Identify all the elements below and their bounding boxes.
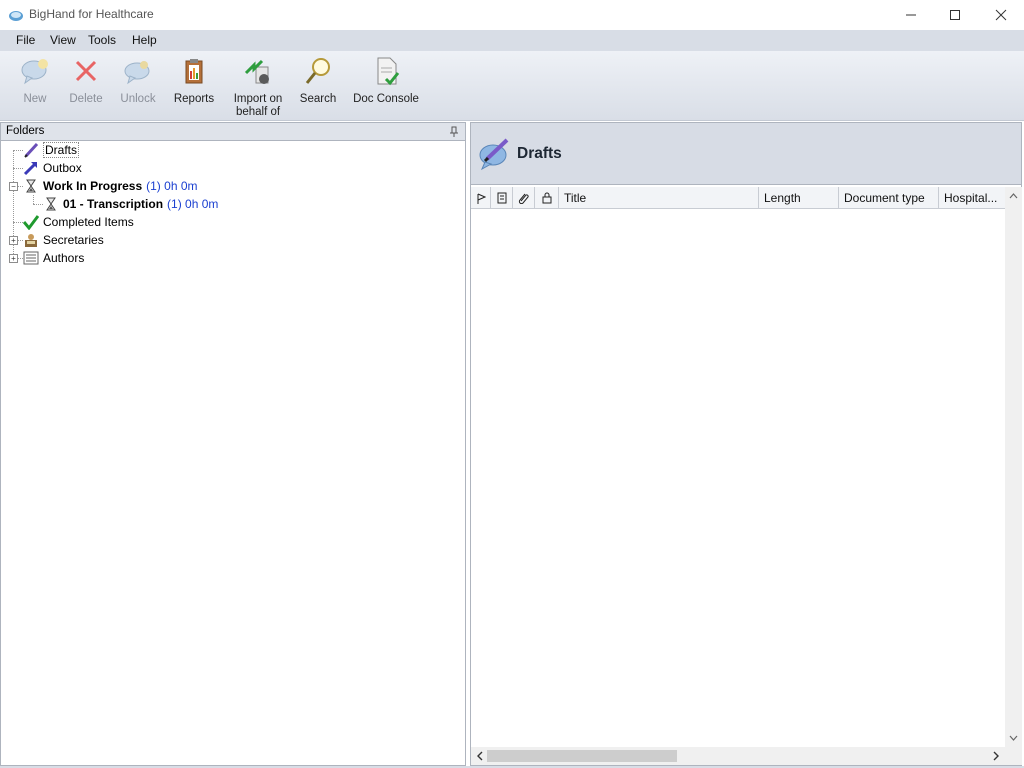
expand-secretaries-toggle[interactable]: + — [9, 236, 18, 245]
speech-bubble-icon — [21, 59, 48, 85]
authors-list-icon — [23, 251, 39, 265]
drafts-header: Drafts — [471, 123, 1021, 185]
column-length[interactable]: Length — [759, 187, 839, 209]
scrollbar-corner — [1005, 747, 1022, 765]
vertical-scrollbar[interactable] — [1005, 187, 1022, 747]
document-icon — [497, 192, 506, 204]
scroll-down-icon[interactable] — [1005, 731, 1022, 745]
secretaries-icon — [25, 234, 37, 247]
outbox-arrow-icon — [23, 162, 37, 176]
column-document-type[interactable]: Document type — [839, 187, 939, 209]
import-arrow-icon — [244, 59, 269, 84]
folder-outbox[interactable]: Outbox — [23, 159, 82, 177]
folder-authors[interactable]: Authors — [23, 249, 84, 267]
expand-authors-toggle[interactable]: + — [9, 254, 18, 263]
folders-header: Folders — [1, 123, 465, 141]
menu-tools[interactable]: Tools — [88, 33, 116, 47]
pin-icon[interactable] — [449, 126, 459, 138]
scroll-left-icon[interactable] — [473, 747, 487, 765]
column-hospital[interactable]: Hospital... — [939, 187, 1005, 209]
close-button[interactable] — [978, 0, 1024, 30]
folders-title: Folders — [6, 125, 45, 137]
app-logo-icon — [9, 11, 23, 21]
clipboard-icon — [185, 59, 203, 84]
flag-icon — [477, 193, 486, 204]
magnifier-icon — [305, 58, 330, 84]
folders-pane: Folders Drafts Outbox − Work In Progress… — [0, 122, 466, 766]
folder-secretaries[interactable]: Secretaries — [23, 231, 104, 249]
reports-button[interactable]: Reports — [172, 55, 216, 106]
column-lock[interactable] — [535, 187, 559, 209]
scroll-up-icon[interactable] — [1005, 189, 1022, 203]
menu-bar: File View Tools Help — [0, 30, 1024, 51]
drafts-pencil-icon — [479, 138, 509, 171]
pencil-icon — [24, 142, 39, 158]
delete-button[interactable]: Delete — [66, 55, 106, 106]
close-icon — [995, 9, 1007, 21]
drafts-pane: Drafts Title Length Document type Hospit… — [470, 122, 1022, 766]
unlock-button[interactable]: Unlock — [118, 55, 158, 106]
folder-completed-items[interactable]: Completed Items — [23, 213, 134, 231]
checkmark-icon — [23, 215, 39, 230]
document-check-icon — [377, 57, 400, 86]
drafts-title: Drafts — [517, 145, 562, 162]
horizontal-scrollbar[interactable] — [471, 747, 1005, 765]
title-bar: BigHand for Healthcare — [0, 0, 1024, 30]
column-flag[interactable] — [471, 187, 491, 209]
lock-icon — [542, 192, 551, 204]
column-attachment[interactable] — [513, 187, 535, 209]
column-document[interactable] — [491, 187, 513, 209]
hourglass-icon — [26, 179, 36, 193]
maximize-button[interactable] — [932, 0, 978, 30]
window-title: BigHand for Healthcare — [29, 7, 154, 21]
collapse-wip-toggle[interactable]: − — [9, 182, 18, 191]
import-on-behalf-button[interactable]: Import on behalf of — [230, 55, 286, 119]
folder-transcription[interactable]: 01 - Transcription (1) 0h 0m — [43, 195, 218, 213]
column-title[interactable]: Title — [559, 187, 759, 209]
menu-help[interactable]: Help — [132, 33, 157, 47]
folder-work-in-progress[interactable]: Work In Progress (1) 0h 0m — [23, 177, 198, 195]
minimize-button[interactable] — [888, 0, 934, 30]
hourglass-icon — [46, 197, 56, 211]
menu-view[interactable]: View — [50, 33, 76, 47]
toolbar: New Delete Unlock Reports Import on beha… — [0, 51, 1024, 121]
new-button[interactable]: New — [16, 55, 54, 106]
maximize-icon — [950, 10, 960, 20]
delete-x-icon — [75, 60, 97, 82]
scroll-right-icon[interactable] — [989, 747, 1003, 765]
search-button[interactable]: Search — [298, 55, 338, 106]
folder-drafts[interactable]: Drafts — [23, 141, 80, 159]
paperclip-icon — [518, 193, 529, 204]
grid-header: Title Length Document type Hospital... — [471, 187, 1005, 209]
horizontal-scroll-thumb[interactable] — [487, 750, 677, 762]
minimize-icon — [906, 14, 916, 16]
unlock-icon — [124, 61, 150, 85]
doc-console-button[interactable]: Doc Console — [352, 55, 420, 106]
menu-file[interactable]: File — [16, 33, 35, 47]
